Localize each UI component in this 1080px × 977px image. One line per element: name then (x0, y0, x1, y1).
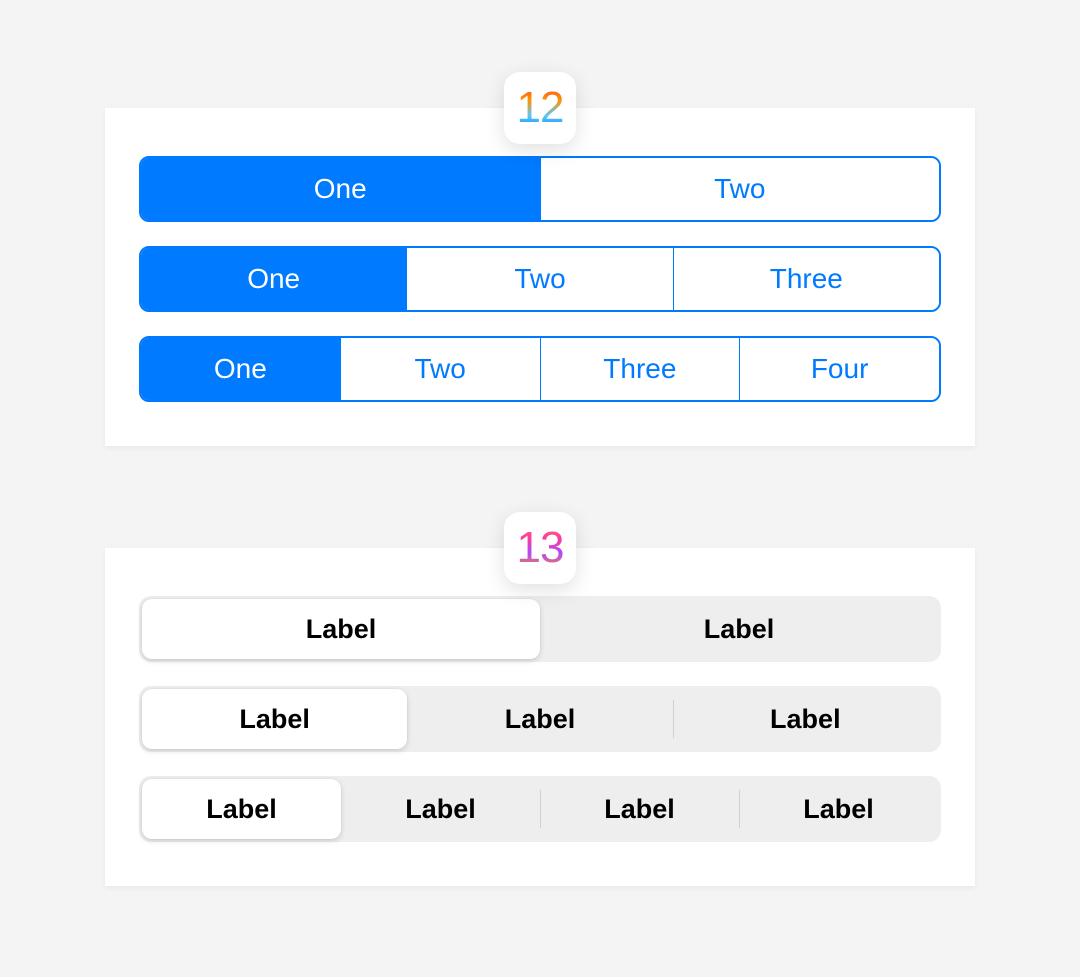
ios13-seg4-item-0[interactable]: Label (142, 779, 341, 839)
ios13-segmented-2: Label Label (139, 596, 941, 662)
ios13-seg2-item-1[interactable]: Label (540, 599, 938, 659)
ios12-segmented-3: One Two Three (139, 246, 941, 312)
ios13-segmented-3: Label Label Label (139, 686, 941, 752)
ios13-seg2-item-0[interactable]: Label (142, 599, 540, 659)
ios12-seg4-item-three[interactable]: Three (540, 338, 740, 400)
ios13-seg4-item-1[interactable]: Label (341, 779, 540, 839)
ios12-seg2-item-two[interactable]: Two (540, 158, 940, 220)
ios12-seg3-item-three[interactable]: Three (673, 248, 939, 310)
ios13-badge-label: 13 (517, 523, 564, 573)
ios12-panel: One Two One Two Three One Two Three Four (105, 108, 975, 446)
ios13-segmented-4: Label Label Label Label (139, 776, 941, 842)
ios13-seg3-item-1[interactable]: Label (407, 689, 672, 749)
ios12-seg4-item-two[interactable]: Two (340, 338, 540, 400)
ios12-seg3-item-two[interactable]: Two (406, 248, 672, 310)
ios12-badge: 12 (504, 72, 576, 144)
ios12-seg2-item-one[interactable]: One (141, 158, 540, 220)
ios13-seg3-item-0[interactable]: Label (142, 689, 407, 749)
ios12-segmented-2: One Two (139, 156, 941, 222)
ios13-panel: Label Label Label Label Label Label Labe… (105, 548, 975, 886)
ios12-seg4-item-four[interactable]: Four (739, 338, 939, 400)
ios12-segmented-4: One Two Three Four (139, 336, 941, 402)
ios13-seg4-item-2[interactable]: Label (540, 779, 739, 839)
ios13-badge: 13 (504, 512, 576, 584)
ios12-seg3-item-one[interactable]: One (141, 248, 406, 310)
ios13-seg3-item-2[interactable]: Label (673, 689, 938, 749)
ios13-seg4-item-3[interactable]: Label (739, 779, 938, 839)
ios12-seg4-item-one[interactable]: One (141, 338, 340, 400)
ios12-badge-label: 12 (517, 83, 564, 133)
